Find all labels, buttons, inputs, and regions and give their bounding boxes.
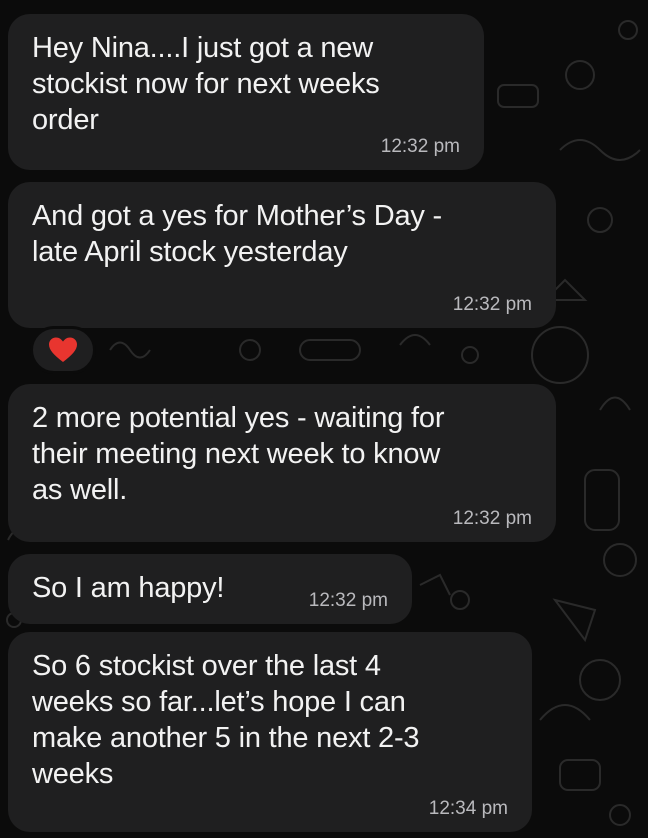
message-timestamp: 12:32 pm <box>308 590 388 611</box>
message-timestamp: 12:34 pm <box>428 798 508 819</box>
message-text: 2 more potential yes - waiting for their… <box>32 402 445 506</box>
red-heart-icon <box>49 337 77 362</box>
message-timestamp: 12:32 pm <box>452 508 532 529</box>
message-bubble[interactable]: Hey Nina....I just got a new stockist no… <box>8 14 484 170</box>
message-bubble[interactable]: So 6 stockist over the last 4 weeks so f… <box>8 632 532 832</box>
message-text: So 6 stockist over the last 4 weeks so f… <box>32 650 420 790</box>
message-timestamp: 12:32 pm <box>452 294 532 315</box>
message-bubble[interactable]: And got a yes for Mother’s Day - late Ap… <box>8 182 556 328</box>
message-bubble[interactable]: 2 more potential yes - waiting for their… <box>8 384 556 542</box>
message-text: Hey Nina....I just got a new stockist no… <box>32 32 380 136</box>
message-timestamp: 12:32 pm <box>380 136 460 157</box>
message-bubble[interactable]: So I am happy! 12:32 pm <box>8 554 412 624</box>
message-text: And got a yes for Mother’s Day - late Ap… <box>32 200 442 268</box>
message-reaction[interactable] <box>30 326 96 374</box>
